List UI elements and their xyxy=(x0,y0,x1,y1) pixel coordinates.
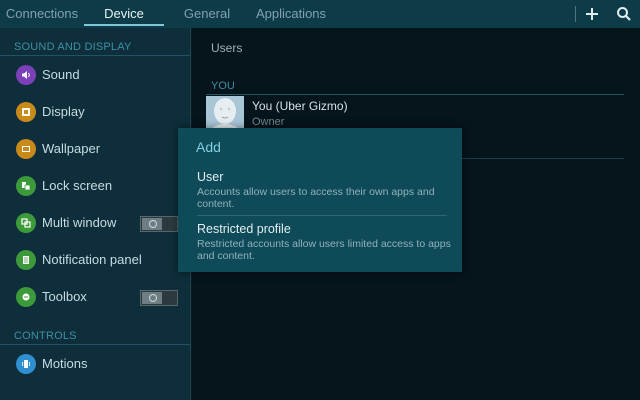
section-divider xyxy=(0,55,190,56)
sidebar-item-label: Lock screen xyxy=(42,178,113,193)
section-divider xyxy=(206,94,624,95)
dialog-option-restricted-profile[interactable]: Restricted profile Restricted accounts a… xyxy=(178,218,462,270)
wallpaper-icon xyxy=(16,139,36,159)
section-header-sound-display: SOUND AND DISPLAY xyxy=(14,41,132,53)
toolbox-icon xyxy=(16,287,36,307)
sidebar-item-toolbox[interactable]: Toolbox xyxy=(0,279,190,315)
sidebar-item-notification-panel[interactable]: Notification panel xyxy=(0,242,190,278)
speaker-icon xyxy=(16,65,36,85)
multi-window-icon xyxy=(16,213,36,233)
dialog-title: Add xyxy=(196,139,221,155)
section-divider xyxy=(0,344,190,345)
top-tab-bar: Connections Device General Applications xyxy=(0,0,640,28)
section-header-controls: CONTROLS xyxy=(14,330,77,342)
sidebar-item-sound[interactable]: Sound xyxy=(0,57,190,93)
option-description: Restricted accounts allow users limited … xyxy=(197,238,451,262)
sidebar-item-label: Motions xyxy=(42,356,88,371)
option-description: Accounts allow users to access their own… xyxy=(197,186,435,210)
tab-connections[interactable]: Connections xyxy=(0,0,84,28)
user-role: Owner xyxy=(252,116,285,128)
page-title: Users xyxy=(211,41,243,55)
option-title: Restricted profile xyxy=(197,222,291,236)
settings-sidebar: SOUND AND DISPLAY Sound Display Wallpape… xyxy=(0,28,191,400)
sidebar-item-motions[interactable]: Motions xyxy=(0,346,190,382)
sidebar-item-label: Wallpaper xyxy=(42,141,101,156)
tab-general[interactable]: General xyxy=(176,0,238,28)
avatar[interactable] xyxy=(206,96,244,130)
sidebar-item-display[interactable]: Display xyxy=(0,94,190,130)
add-user-dialog: Add User Accounts allow users to access … xyxy=(178,128,462,272)
sidebar-item-wallpaper[interactable]: Wallpaper xyxy=(0,131,190,167)
section-header-you: YOU xyxy=(211,80,235,92)
active-tab-indicator xyxy=(84,24,164,26)
option-divider xyxy=(197,215,447,216)
tab-applications[interactable]: Applications xyxy=(248,0,334,28)
dialog-option-user[interactable]: User Accounts allow users to access thei… xyxy=(178,166,462,214)
notification-panel-icon xyxy=(16,250,36,270)
sidebar-item-lock-screen[interactable]: Lock screen xyxy=(0,168,190,204)
lock-screen-icon xyxy=(16,176,36,196)
sidebar-item-label: Notification panel xyxy=(42,252,142,267)
display-icon xyxy=(16,102,36,122)
sidebar-item-label: Toolbox xyxy=(42,289,87,304)
multi-window-toggle[interactable] xyxy=(140,216,178,232)
toolbar-divider xyxy=(575,6,576,22)
motions-icon xyxy=(16,354,36,374)
sidebar-item-multi-window[interactable]: Multi window xyxy=(0,205,190,241)
option-title: User xyxy=(197,170,224,184)
sidebar-item-label: Multi window xyxy=(42,215,117,230)
search-icon[interactable] xyxy=(614,4,634,24)
toolbox-toggle[interactable] xyxy=(140,290,178,306)
user-name[interactable]: You (Uber Gizmo) xyxy=(252,99,348,113)
add-icon[interactable] xyxy=(582,4,602,24)
sidebar-item-label: Sound xyxy=(42,67,80,82)
sidebar-item-label: Display xyxy=(42,104,85,119)
